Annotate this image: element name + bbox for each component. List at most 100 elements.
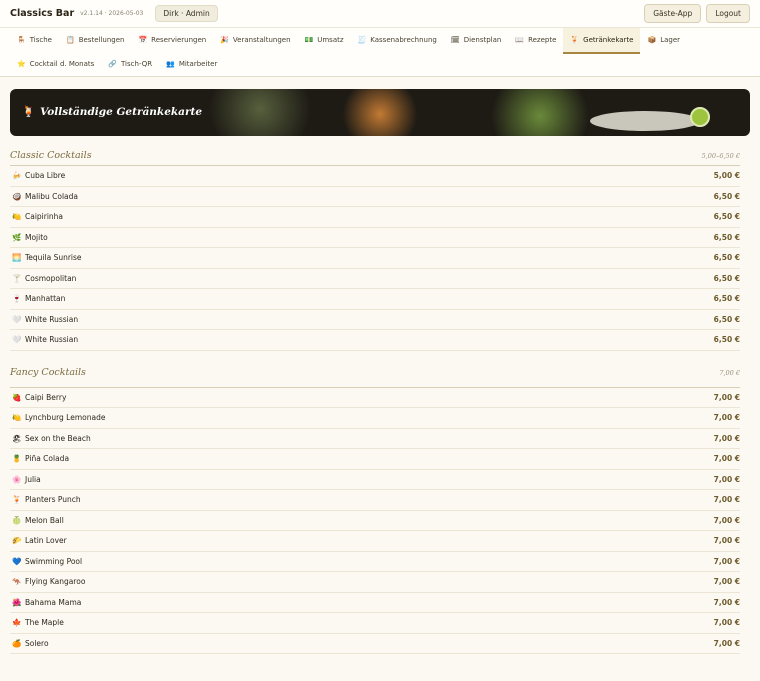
drink-row[interactable]: 🍻 Cuba Libre 5,00 €	[10, 166, 740, 187]
tab-lager[interactable]: 📦 Lager	[640, 28, 687, 54]
drink-name: Flying Kangaroo	[25, 577, 86, 587]
page-title: 🍹 Vollständige Getränkekarte	[22, 105, 202, 118]
tab-cocktail-d-monats[interactable]: ⭐ Cocktail d. Monats	[10, 54, 101, 76]
drink-icon: 🍍	[12, 454, 22, 464]
drink-row[interactable]: 🍹 Planters Punch 7,00 €	[10, 490, 740, 511]
drink-name-group: 💙 Swimming Pool	[12, 557, 82, 566]
drink-row[interactable]: 🍋 Lynchburg Lemonade 7,00 €	[10, 408, 740, 429]
drink-name-group: 🌮 Latin Lover	[12, 536, 67, 545]
drink-row[interactable]: 🍓 Caipi Berry 7,00 €	[10, 388, 740, 408]
cocktail-icon: 🍹	[22, 106, 36, 118]
tab-label: Tische	[29, 36, 52, 44]
drink-name-group: 🌸 Julia	[12, 475, 41, 484]
drink-row[interactable]: 🌿 Mojito 6,50 €	[10, 228, 740, 248]
drink-row[interactable]: 🍸 Cosmopolitan 6,50 €	[10, 269, 740, 289]
drink-row[interactable]: 🍍 Piña Colada 7,00 €	[10, 449, 740, 470]
app-title: Classics Bar	[10, 8, 75, 19]
top-bar: Classics Bar v2.1.14 · 2026-05-03 Dirk ·…	[0, 0, 760, 28]
drink-icon: 🌸	[12, 474, 22, 484]
hero-decoration	[200, 89, 320, 136]
drink-row[interactable]: 🌮 Latin Lover 7,00 €	[10, 531, 740, 552]
drink-icon: 🦘	[12, 577, 22, 587]
tab-rezepte[interactable]: 📖 Rezepte	[508, 28, 563, 54]
rezepte-icon: 📖	[515, 36, 525, 44]
tab-kassenabrechnung[interactable]: 🧾 Kassenabrechnung	[351, 28, 444, 54]
hero-decoration	[480, 89, 600, 136]
drink-price: 7,00 €	[713, 536, 740, 546]
drink-name: Julia	[25, 474, 41, 484]
drink-row[interactable]: 🌺 Bahama Mama 7,00 €	[10, 593, 740, 613]
drink-row[interactable]: 🍋 Caipirinha 6,50 €	[10, 207, 740, 228]
drink-name: Swimming Pool	[25, 556, 83, 566]
drink-row[interactable]: 🌸 Julia 7,00 €	[10, 470, 740, 490]
drink-row[interactable]: 🍈 Melon Ball 7,00 €	[10, 511, 740, 531]
drink-icon: 🍓	[12, 392, 22, 402]
drink-price: 7,00 €	[713, 474, 740, 484]
drink-name-group: 🍋 Caipirinha	[12, 212, 63, 221]
drink-name-group: 🍷 Manhattan	[12, 294, 65, 303]
section-header: Classic Cocktails 5,00–6,50 €	[10, 136, 740, 166]
drink-icon: 🍸	[12, 273, 22, 283]
tab-reservierungen[interactable]: 📅 Reservierungen	[131, 28, 213, 54]
drink-name: Tequila Sunrise	[25, 253, 82, 263]
drink-price: 6,50 €	[713, 335, 740, 345]
tab-veranstaltungen[interactable]: 🎉 Veranstaltungen	[213, 28, 297, 54]
tab-label: Reservierungen	[151, 36, 207, 44]
drink-name-group: 🌅 Tequila Sunrise	[12, 253, 82, 262]
drink-name: Latin Lover	[25, 536, 67, 546]
drink-price: 6,50 €	[713, 314, 740, 324]
drink-price: 7,00 €	[713, 515, 740, 525]
drink-price: 6,50 €	[713, 191, 740, 201]
drink-icon: 🍷	[12, 294, 22, 304]
guest-app-button[interactable]: Gäste-App	[644, 4, 702, 23]
tab-mitarbeiter[interactable]: 👥 Mitarbeiter	[159, 54, 224, 76]
drink-name: Melon Ball	[25, 515, 64, 525]
drink-name-group: 🤍 White Russian	[12, 315, 78, 324]
drink-row[interactable]: 🤍 White Russian 6,50 €	[10, 310, 740, 330]
user-badge[interactable]: Dirk · Admin	[155, 5, 218, 22]
tab-label: Tisch-QR	[121, 60, 153, 68]
main-nav: 🪑 Tische 📋 Bestellungen 📅 Reservierungen 🎉 Vera…	[0, 28, 760, 77]
drink-row[interactable]: 🦘 Flying Kangaroo 7,00 €	[10, 572, 740, 593]
drink-name-group: 🏖 Sex on the Beach	[12, 434, 91, 443]
drink-name-group: 🍓 Caipi Berry	[12, 393, 66, 402]
drink-row[interactable]: 💙 Swimming Pool 7,00 €	[10, 552, 740, 572]
drink-name-group: 🍋 Lynchburg Lemonade	[12, 413, 105, 422]
menu-section-fancy-cocktails: Fancy Cocktails 7,00 € 🍓 Caipi Berry 7,00 € 🍋…	[10, 351, 740, 654]
drink-row[interactable]: 🤍 White Russian 6,50 €	[10, 330, 740, 351]
hero-glass-image	[590, 111, 700, 131]
drink-icon: 🍊	[12, 638, 22, 648]
drink-row[interactable]: 🍊 Solero 7,00 €	[10, 634, 740, 654]
drink-name: Mojito	[25, 232, 48, 242]
drink-name-group: 🍸 Cosmopolitan	[12, 274, 76, 283]
tab-tisch-qr[interactable]: 🔗 Tisch-QR	[101, 54, 159, 76]
drink-row[interactable]: 🥥 Malibu Colada 6,50 €	[10, 187, 740, 207]
drink-row[interactable]: 🌅 Tequila Sunrise 6,50 €	[10, 248, 740, 269]
tab-dienstplan[interactable]: 🗓 Dienstplan	[444, 28, 508, 54]
drink-name: White Russian	[25, 335, 79, 345]
drink-name: Solero	[25, 638, 49, 648]
drink-name-group: 🍁 The Maple	[12, 618, 64, 627]
drink-row[interactable]: 🍁 The Maple 7,00 €	[10, 613, 740, 634]
drink-name-group: 🌿 Mojito	[12, 233, 48, 242]
tab-label: Bestellungen	[78, 36, 125, 44]
lager-icon: 📦	[647, 36, 657, 44]
tab-getrankekarte[interactable]: 🍹 Getränkekarte	[563, 28, 641, 54]
drink-icon: 🍹	[12, 495, 22, 505]
app-version: v2.1.14 · 2026-05-03	[80, 10, 144, 17]
drink-row[interactable]: 🏖 Sex on the Beach 7,00 €	[10, 429, 740, 449]
drink-name: The Maple	[25, 618, 64, 628]
mitarbeiter-icon: 👥	[166, 60, 175, 68]
tab-label: Rezepte	[528, 36, 557, 44]
drink-row[interactable]: 🍷 Manhattan 6,50 €	[10, 289, 740, 310]
logout-button[interactable]: Logout	[706, 4, 750, 23]
drink-price: 6,50 €	[713, 253, 740, 263]
drink-price: 6,50 €	[713, 273, 740, 283]
drink-icon: 💙	[12, 556, 22, 566]
tab-umsatz[interactable]: 💵 Umsatz	[298, 28, 351, 54]
tab-tische[interactable]: 🪑 Tische	[10, 28, 59, 54]
tab-bestellungen[interactable]: 📋 Bestellungen	[59, 28, 131, 54]
drink-icon: 🍁	[12, 618, 22, 628]
drink-icon: 🍋	[12, 413, 22, 423]
drink-price: 7,00 €	[713, 495, 740, 505]
